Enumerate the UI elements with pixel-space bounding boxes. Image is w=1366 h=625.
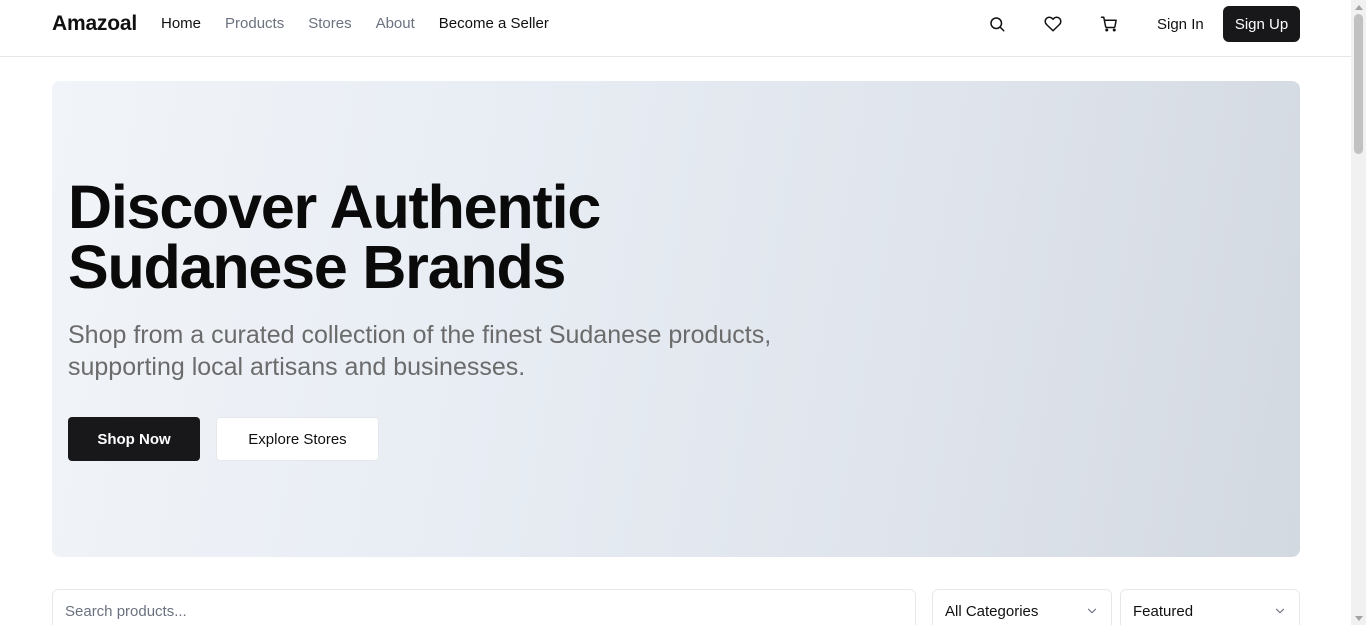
heart-icon: [1044, 16, 1062, 32]
chevron-down-icon: [1275, 608, 1285, 614]
sort-select-value: Featured: [1133, 602, 1194, 620]
search-button[interactable]: [981, 12, 1013, 36]
shop-now-button[interactable]: Shop Now: [68, 417, 200, 461]
hero-banner: Discover Authentic Sudanese Brands Shop …: [52, 81, 1300, 557]
scrollbar-thumb[interactable]: [1354, 14, 1363, 154]
cart-button[interactable]: [1093, 12, 1125, 36]
cart-icon: [1100, 16, 1117, 32]
chevron-down-icon: [1087, 608, 1097, 614]
nav-become-seller[interactable]: Become a Seller: [439, 15, 549, 32]
scroll-up-arrow[interactable]: [1351, 0, 1366, 14]
scroll-down-arrow[interactable]: [1351, 611, 1366, 625]
hero-subtitle-line2: supporting local artisans and businesses…: [68, 353, 526, 381]
nav-about[interactable]: About: [376, 15, 415, 32]
hero-subtitle-line1: Shop from a curated collection of the fi…: [68, 321, 772, 349]
hero-title-line1: Discover Authentic: [68, 173, 601, 241]
wishlist-button[interactable]: [1037, 12, 1069, 36]
sign-up-button[interactable]: Sign Up: [1223, 6, 1300, 42]
search-icon: [990, 17, 1005, 32]
sign-in-button[interactable]: Sign In: [1146, 6, 1215, 42]
hero-subtitle: Shop from a curated collection of the fi…: [68, 319, 828, 383]
nav-products[interactable]: Products: [225, 15, 284, 32]
main-nav: Home Products Stores About Become a Sell…: [161, 15, 549, 32]
brand-logo[interactable]: Amazoal: [52, 12, 137, 36]
category-select[interactable]: All Categories: [932, 589, 1112, 625]
nav-home[interactable]: Home: [161, 15, 201, 32]
sort-select[interactable]: Featured: [1120, 589, 1300, 625]
explore-stores-button[interactable]: Explore Stores: [216, 417, 379, 461]
product-search-input[interactable]: [52, 589, 916, 625]
nav-stores[interactable]: Stores: [308, 15, 351, 32]
category-select-value: All Categories: [945, 602, 1039, 620]
hero-title-line2: Sudanese Brands: [68, 233, 566, 301]
site-header: Amazoal Home Products Stores About Becom…: [0, 0, 1351, 57]
hero-title: Discover Authentic Sudanese Brands: [68, 177, 788, 298]
vertical-scrollbar[interactable]: [1351, 0, 1366, 625]
page: Amazoal Home Products Stores About Becom…: [0, 0, 1351, 625]
